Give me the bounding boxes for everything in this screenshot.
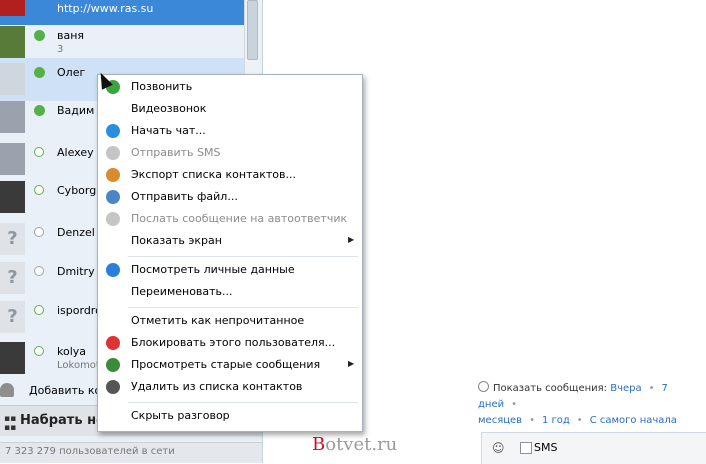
contact-name: Олег <box>57 66 86 79</box>
menu-item-label: Просмотреть старые сообщения <box>131 358 321 371</box>
contact-name: kolya <box>57 345 87 358</box>
avatar <box>0 0 25 16</box>
menu-item-label: Послать сообщение на автоответчик <box>131 212 348 225</box>
menu-item-label: Начать чат... <box>131 124 206 137</box>
sms-icon <box>106 146 120 160</box>
avatar-unknown-icon: ? <box>0 223 25 255</box>
menu-item[interactable]: Удалить из списка контактов <box>98 377 362 398</box>
send-file-icon <box>106 190 120 204</box>
contact-name: Cyborg <box>57 184 97 197</box>
menu-item[interactable]: Начать чат... <box>98 121 362 142</box>
dialpad-icon: ▪▪ ▪▪ <box>4 414 17 433</box>
menu-item-label: Посмотреть личные данные <box>131 263 295 276</box>
online-status-icon <box>34 67 45 78</box>
voicemail-icon <box>106 212 120 226</box>
menu-item-label: Отметить как непрочитанное <box>131 314 305 327</box>
contact-name: ispordro <box>57 304 102 317</box>
online-status-icon <box>34 30 45 41</box>
menu-item[interactable]: Блокировать этого пользователя... <box>98 333 362 354</box>
contact-mood: Lokomot <box>57 360 100 371</box>
offline-status-icon <box>34 305 44 315</box>
menu-item-label: Показать экран <box>131 234 222 247</box>
submenu-arrow-icon: ▶ <box>348 359 355 368</box>
menu-item[interactable]: Показать экран ▶ <box>98 231 362 252</box>
history-1year-link[interactable]: 1 год <box>542 415 570 426</box>
menu-item-label: Видеозвонок <box>131 102 207 115</box>
menu-item[interactable]: Посмотреть личные данные <box>98 260 362 281</box>
menu-item-label: Удалить из списка контактов <box>131 380 303 393</box>
offline-status-icon <box>34 147 44 157</box>
menu-separator <box>128 307 358 308</box>
chat-icon <box>106 124 120 138</box>
menu-item-label: Скрыть разговор <box>131 409 230 422</box>
message-input-bar[interactable]: ☺ SMS <box>481 432 706 464</box>
emoticon-button[interactable]: ☺ <box>492 441 505 455</box>
avatar-unknown-icon: ? <box>0 301 25 333</box>
contact-context-menu: Позвонить Видеозвонок Начать чат... Отправи… <box>97 74 363 432</box>
add-contact-icon <box>0 383 14 397</box>
export-contacts-icon <box>106 168 120 182</box>
history-filter: Показать сообщения: Вчера • 7 дней • месяце… <box>478 381 677 426</box>
offline-status-icon <box>34 346 44 356</box>
clock-icon <box>478 381 489 392</box>
history-all-link[interactable]: С самого начала <box>590 415 677 426</box>
info-icon <box>106 263 120 277</box>
watermark: Botvet.ru <box>312 434 398 455</box>
offline-status-icon <box>34 185 44 195</box>
contact-name: Denzel <box>57 226 95 239</box>
online-status-icon <box>34 105 45 116</box>
avatar <box>0 342 25 374</box>
menu-item[interactable]: Переименовать... <box>98 282 362 303</box>
menu-item[interactable]: Экспорт списка контактов... <box>98 165 362 186</box>
trash-icon <box>106 380 120 394</box>
clock-icon <box>106 358 120 372</box>
contact-name: http://www.ras.su <box>57 2 154 15</box>
history-label: Показать сообщения: <box>493 383 608 394</box>
status-bar: 7 323 279 пользователей в сети <box>0 442 262 463</box>
menu-item-label: Экспорт списка контактов... <box>131 168 296 181</box>
menu-item-label: Позвонить <box>131 80 193 93</box>
contact-name: ваня <box>57 29 85 42</box>
avatar <box>0 101 25 133</box>
online-users-count: 7 323 279 пользователей в сети <box>5 446 175 457</box>
contact-name: Вадим ( <box>57 104 103 117</box>
unknown-status-icon <box>34 266 44 276</box>
menu-item[interactable]: Просмотреть старые сообщения ▶ <box>98 355 362 376</box>
menu-item-label: Переименовать... <box>131 285 233 298</box>
contact-mood: 3 <box>57 44 64 55</box>
menu-separator <box>128 256 358 257</box>
scrollbar-thumb[interactable] <box>247 0 258 60</box>
avatar <box>0 143 25 175</box>
menu-item[interactable]: Отправить файл... <box>98 187 362 208</box>
sms-label: SMS <box>534 441 558 454</box>
history-yesterday-link[interactable]: Вчера <box>610 383 641 394</box>
menu-item[interactable]: Видеозвонок <box>98 99 362 120</box>
avatar <box>0 26 25 58</box>
history-months-link[interactable]: месяцев <box>478 415 522 426</box>
menu-item-label: Отправить файл... <box>131 190 238 203</box>
avatar <box>0 181 25 213</box>
menu-item[interactable]: Отметить как непрочитанное <box>98 311 362 332</box>
menu-item-label: Отправить SMS <box>131 146 221 159</box>
avatar-unknown-icon: ? <box>0 262 25 294</box>
sms-checkbox[interactable] <box>520 442 532 454</box>
menu-item-label: Блокировать этого пользователя... <box>131 336 336 349</box>
avatar <box>0 63 25 95</box>
menu-item[interactable]: Послать сообщение на автоответчик <box>98 209 362 230</box>
menu-item[interactable]: Скрыть разговор <box>98 406 362 427</box>
menu-item[interactable]: Отправить SMS <box>98 143 362 164</box>
submenu-arrow-icon: ▶ <box>348 235 355 244</box>
unknown-status-icon <box>34 227 44 237</box>
menu-item[interactable]: Позвонить <box>98 77 362 98</box>
block-user-icon <box>106 336 120 350</box>
menu-separator <box>128 402 358 403</box>
